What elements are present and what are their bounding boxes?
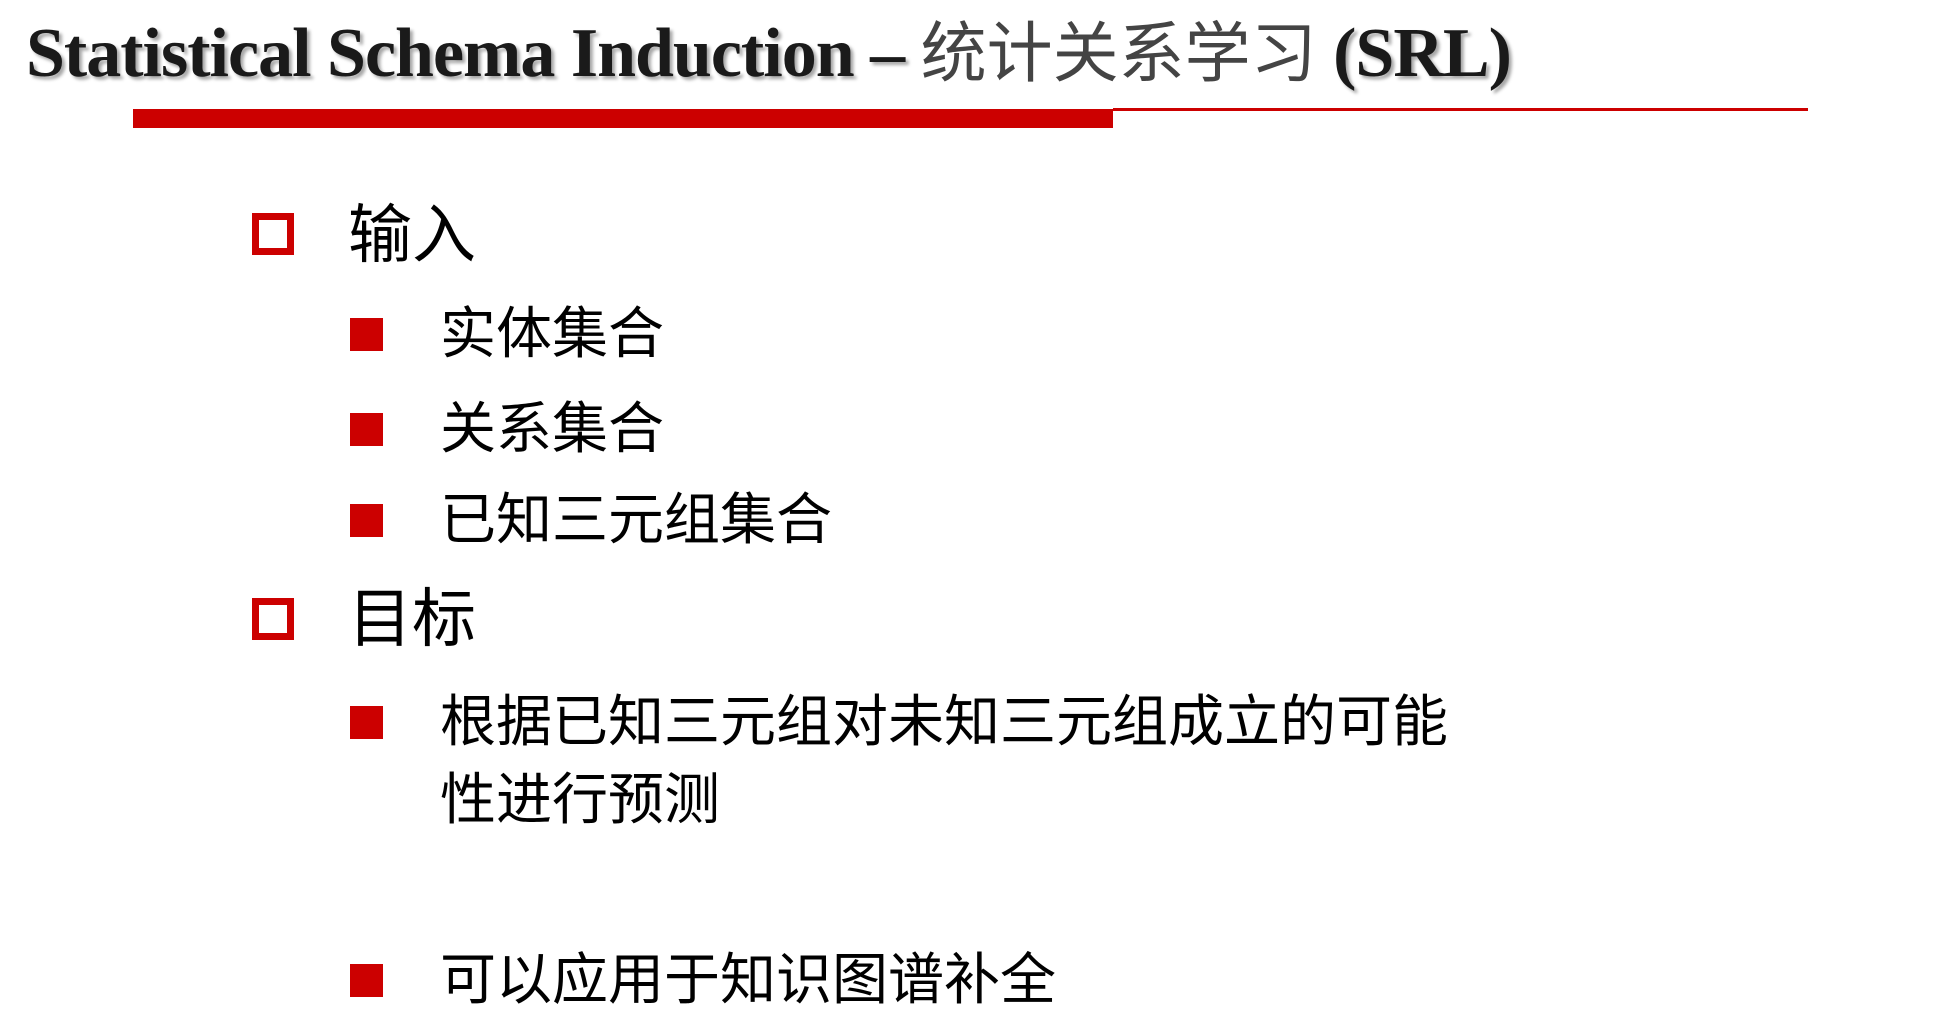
hollow-square-bullet-icon xyxy=(252,598,294,640)
solid-square-bullet-icon xyxy=(350,504,383,537)
bullet-input-label: 输入 xyxy=(348,199,476,273)
sub-bullet-label-line1: 根据已知三元组对未知三元组成立的可能 xyxy=(440,690,1448,755)
solid-square-bullet-icon xyxy=(350,318,383,351)
solid-square-bullet-icon xyxy=(350,706,383,739)
bullet-goal-label: 目标 xyxy=(348,583,476,657)
sub-bullet-label-line2: 性进行预测 xyxy=(440,768,720,833)
sub-bullet-label: 已知三元组集合 xyxy=(440,488,832,553)
sub-bullet-label: 可以应用于知识图谱补全 xyxy=(440,948,1056,1013)
sub-bullet-label: 关系集合 xyxy=(440,397,664,462)
hollow-square-bullet-icon xyxy=(252,213,294,255)
sub-bullet-label: 实体集合 xyxy=(440,302,664,367)
solid-square-bullet-icon xyxy=(350,964,383,997)
solid-square-bullet-icon xyxy=(350,413,383,446)
bullet-list: 输入 实体集合 关系集合 已知三元组集合 目标 根据已知三元组对未知三元组成立的… xyxy=(0,0,1935,1016)
